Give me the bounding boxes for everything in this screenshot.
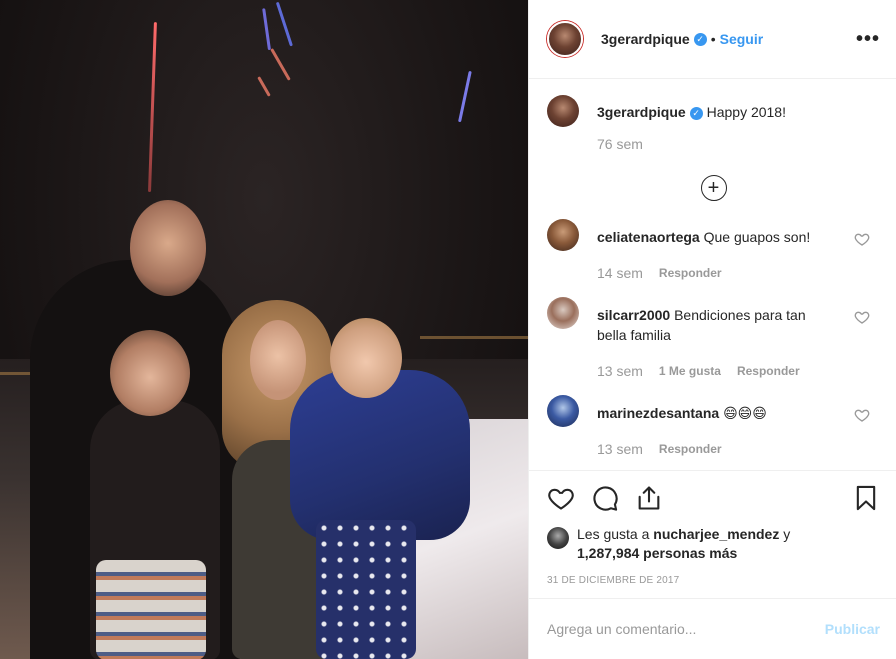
person-boy-right-jacket [290, 370, 470, 540]
person-boy-left-pants [96, 560, 206, 659]
add-comment-form: Publicar [529, 599, 896, 659]
comment-likes[interactable]: 1 Me gusta [659, 361, 721, 381]
person-boy-left-face [110, 330, 190, 416]
reply-button[interactable]: Responder [659, 263, 722, 283]
load-more-icon[interactable]: + [700, 175, 727, 201]
comment-heart-icon[interactable] [854, 407, 870, 423]
caption-time[interactable]: 76 sem [597, 135, 643, 153]
add-comment-input[interactable] [547, 621, 825, 637]
comment-item: celiatenaortega Que guapos son! 14 sem R… [547, 219, 880, 283]
separator-dot: • [710, 31, 716, 47]
post-header: 3gerardpique ✓ • Seguir ••• [529, 0, 896, 79]
comment-heart-icon[interactable] [854, 309, 870, 325]
firework-spark [458, 70, 472, 123]
commenter-username[interactable]: celiatenaortega [597, 229, 700, 245]
share-icon[interactable] [635, 484, 663, 512]
firework-spark [257, 76, 271, 97]
commenter-avatar[interactable] [547, 395, 579, 427]
post-photo[interactable] [0, 0, 528, 659]
post-timestamp[interactable]: 31 DE DICIEMBRE DE 2017 [529, 563, 896, 599]
load-more-comments[interactable]: + [547, 175, 880, 201]
firework-spark [148, 22, 157, 193]
publish-button[interactable]: Publicar [825, 621, 880, 637]
comment-icon[interactable] [591, 484, 619, 512]
caption-author-username[interactable]: 3gerardpique [597, 104, 686, 120]
more-options-icon[interactable]: ••• [856, 28, 880, 51]
comment-time[interactable]: 13 sem [597, 439, 643, 459]
follow-button[interactable]: Seguir [720, 31, 764, 47]
liker-username[interactable]: nucharjee_mendez [653, 526, 779, 542]
likes-prefix: Les gusta a [577, 526, 650, 542]
photo-city-lights [420, 336, 528, 339]
bookmark-icon[interactable] [852, 484, 880, 512]
person-man-face [130, 200, 206, 296]
person-boy-right-face [330, 318, 402, 398]
likes-conjunction: y [783, 526, 791, 542]
reply-button[interactable]: Responder [737, 361, 800, 381]
comment-item: silcarr2000 Bendiciones para tan bella f… [547, 297, 880, 381]
firework-spark [275, 1, 293, 47]
likes-summary: Les gusta a nucharjee_mendez y 1,287,984… [529, 525, 896, 563]
post-side-panel: 3gerardpique ✓ • Seguir ••• 3gerardpique… [528, 0, 896, 659]
post-actions-bar [529, 471, 896, 525]
likes-count[interactable]: 1,287,984 personas más [577, 545, 737, 561]
commenter-avatar[interactable] [547, 297, 579, 329]
verified-icon: ✓ [689, 106, 703, 120]
person-woman-face [250, 320, 306, 400]
commenter-avatar[interactable] [547, 219, 579, 251]
reply-button[interactable]: Responder [659, 439, 722, 459]
post-caption: 3gerardpique ✓ Happy 2018! 76 sem [547, 95, 880, 153]
caption-author-avatar[interactable] [547, 95, 579, 127]
comment-time[interactable]: 13 sem [597, 361, 643, 381]
firework-spark [270, 48, 291, 81]
liker-avatar[interactable] [547, 527, 569, 549]
verified-icon: ✓ [693, 32, 707, 46]
heart-icon[interactable] [547, 484, 575, 512]
comment-item: marinezdesantana 😄😄😄 13 sem Responder [547, 395, 880, 459]
commenter-username[interactable]: silcarr2000 [597, 307, 670, 323]
comment-heart-icon[interactable] [854, 231, 870, 247]
comment-text: Que guapos son! [703, 229, 811, 245]
caption-text: Happy 2018! [706, 104, 786, 120]
author-avatar[interactable] [547, 21, 583, 57]
firework-spark [262, 8, 271, 51]
commenter-username[interactable]: marinezdesantana [597, 405, 719, 421]
person-boy-right-pants [316, 520, 416, 659]
author-username[interactable]: 3gerardpique [601, 31, 690, 47]
comments-section[interactable]: 3gerardpique ✓ Happy 2018! 76 sem + celia… [529, 79, 896, 471]
comment-time[interactable]: 14 sem [597, 263, 643, 283]
comment-text: 😄😄😄 [723, 405, 767, 421]
instagram-post: 3gerardpique ✓ • Seguir ••• 3gerardpique… [0, 0, 896, 659]
